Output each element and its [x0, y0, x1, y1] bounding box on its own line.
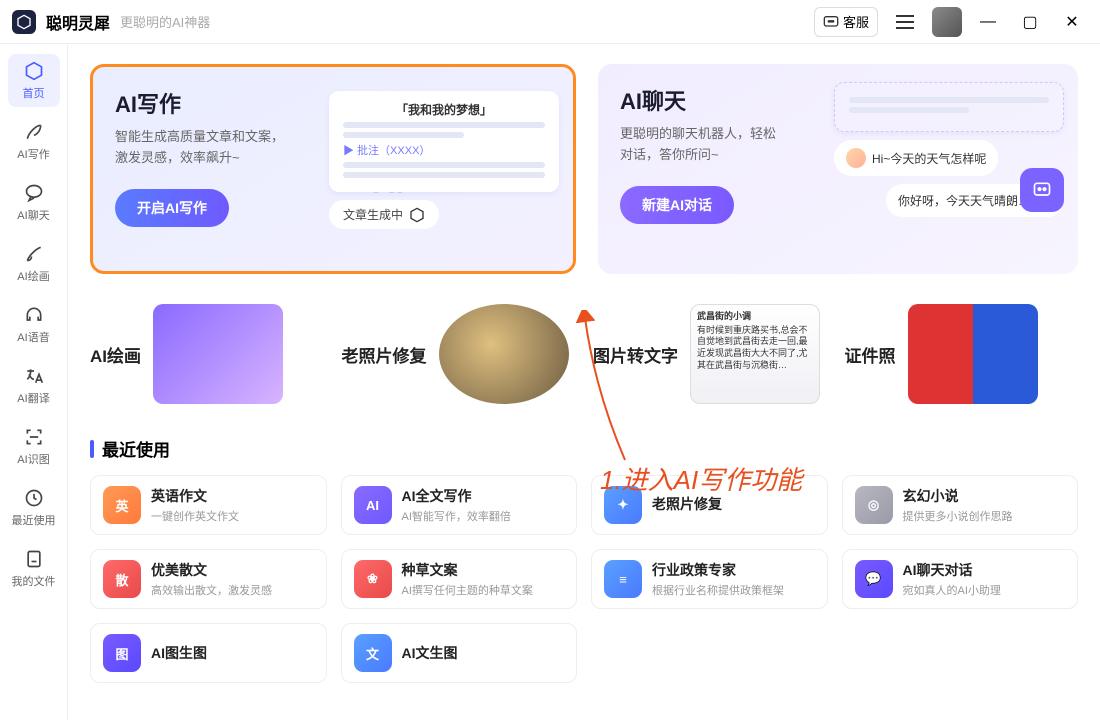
titlebar: 聪明灵犀 更聪明的AI神器 客服 — ▢ ✕: [0, 0, 1100, 44]
user-avatar-icon: [846, 148, 866, 168]
tool-ai-chat[interactable]: 💬AI聊天对话宛如真人的AI小助理: [842, 549, 1079, 609]
sidebar-item-writing[interactable]: AI写作: [8, 115, 60, 168]
chat-bubble-icon: [23, 182, 45, 204]
feature-row: AI绘画 老照片修复 图片转文字武昌街的小调有时候到重庆路买书,总会不自觉地到武…: [90, 294, 1078, 414]
tool-icon: 英: [103, 486, 141, 524]
start-writing-button[interactable]: 开启AI写作: [115, 189, 229, 227]
chat-icon: [823, 15, 839, 29]
hero-subtitle: 智能生成高质量文章和文案， 激发灵感，效率飙升~: [115, 127, 315, 169]
tool-seed-copy[interactable]: ❀种草文案AI撰写任何主题的种草文案: [341, 549, 578, 609]
feature-ocr[interactable]: 图片转文字武昌街的小调有时候到重庆路买书,总会不自觉地到武昌街去走一回,最近发现…: [593, 294, 827, 414]
tool-txt2img[interactable]: 文AI文生图: [341, 623, 578, 683]
chat-fab-icon: [1020, 168, 1064, 212]
brush-icon: [23, 243, 45, 265]
headphones-icon: [23, 304, 45, 326]
feature-paint[interactable]: AI绘画: [90, 294, 324, 414]
recent-tools-grid: 英英语作文一键创作英文作文 AIAI全文写作AI智能写作，效率翻倍 ✦老照片修复…: [90, 475, 1078, 683]
minimize-button[interactable]: —: [972, 13, 1004, 31]
tool-icon: ❀: [354, 560, 392, 598]
sidebar-item-files[interactable]: 我的文件: [8, 542, 60, 595]
hero-subtitle: 更聪明的聊天机器人，轻松 对话，答你所问~: [620, 124, 820, 166]
tool-policy-expert[interactable]: ≡行业政策专家根据行业名称提供政策框架: [591, 549, 828, 609]
sidebar-item-paint[interactable]: AI绘画: [8, 237, 60, 290]
feather-icon: [23, 121, 45, 143]
chat-demo-panel: Hi~今天的天气怎样呢 你好呀，今天天气晴朗…: [834, 82, 1064, 225]
hero-card-chat[interactable]: AI聊天 更聪明的聊天机器人，轻松 对话，答你所问~ 新建AI对话 Hi~今天的…: [598, 64, 1078, 274]
idphoto-thumb: [908, 304, 1038, 404]
hamburger-icon: [896, 15, 914, 29]
main-content: AI写作 智能生成高质量文章和文案， 激发灵感，效率飙升~ 开启AI写作 AI …: [68, 44, 1100, 720]
ocr-thumb: 武昌街的小调有时候到重庆路买书,总会不自觉地到武昌街去走一回,最近发现武昌街大大…: [690, 304, 820, 404]
tool-full-writing[interactable]: AIAI全文写作AI智能写作，效率翻倍: [341, 475, 578, 535]
tool-prose[interactable]: 散优美散文高效输出散文，激发灵感: [90, 549, 327, 609]
history-icon: [23, 487, 45, 509]
app-logo-icon: [12, 10, 36, 34]
file-icon: [23, 548, 45, 570]
recent-section-title: 最近使用: [90, 436, 1078, 461]
translate-icon: [23, 365, 45, 387]
restore-thumb: [439, 304, 569, 404]
tool-icon: AI: [354, 486, 392, 524]
tool-fantasy-novel[interactable]: ◎玄幻小说提供更多小说创作思路: [842, 475, 1079, 535]
user-avatar[interactable]: [932, 7, 962, 37]
generating-chip: 文章生成中: [329, 200, 439, 229]
tool-icon: 散: [103, 560, 141, 598]
feature-idphoto[interactable]: 证件照: [845, 294, 1079, 414]
tool-english-essay[interactable]: 英英语作文一键创作英文作文: [90, 475, 327, 535]
tool-photo-restore[interactable]: ✦老照片修复: [591, 475, 828, 535]
tool-icon: 文: [354, 634, 392, 672]
tool-icon: ✦: [604, 486, 642, 524]
paint-thumb: [153, 304, 283, 404]
writing-demo-panel: 「我和我的梦想」 ▶ 批注（XXXX） 文章生成中: [329, 91, 559, 229]
tool-icon: ≡: [604, 560, 642, 598]
sidebar-item-home[interactable]: 首页: [8, 54, 60, 107]
app-name: 聪明灵犀: [46, 10, 110, 34]
feature-restore[interactable]: 老照片修复: [342, 294, 576, 414]
tool-icon: ◎: [855, 486, 893, 524]
new-chat-button[interactable]: 新建AI对话: [620, 186, 734, 224]
home-icon: [23, 60, 45, 82]
close-button[interactable]: ✕: [1056, 12, 1088, 32]
scan-icon: [23, 426, 45, 448]
hero-card-writing[interactable]: AI写作 智能生成高质量文章和文案， 激发灵感，效率飙升~ 开启AI写作 AI …: [90, 64, 576, 274]
menu-button[interactable]: [888, 7, 922, 37]
sidebar-item-chat[interactable]: AI聊天: [8, 176, 60, 229]
sidebar-item-voice[interactable]: AI语音: [8, 298, 60, 351]
sidebar-item-ocr[interactable]: AI识图: [8, 420, 60, 473]
app-slogan: 更聪明的AI神器: [120, 12, 210, 31]
tool-icon: 💬: [855, 560, 893, 598]
sidebar-item-recent[interactable]: 最近使用: [8, 481, 60, 534]
support-button[interactable]: 客服: [814, 7, 878, 37]
tool-icon: 图: [103, 634, 141, 672]
maximize-button[interactable]: ▢: [1014, 12, 1046, 32]
sidebar-item-translate[interactable]: AI翻译: [8, 359, 60, 412]
sidebar: 首页 AI写作 AI聊天 AI绘画 AI语音 AI翻译 AI识图 最近使用: [0, 44, 68, 720]
tool-img2img[interactable]: 图AI图生图: [90, 623, 327, 683]
